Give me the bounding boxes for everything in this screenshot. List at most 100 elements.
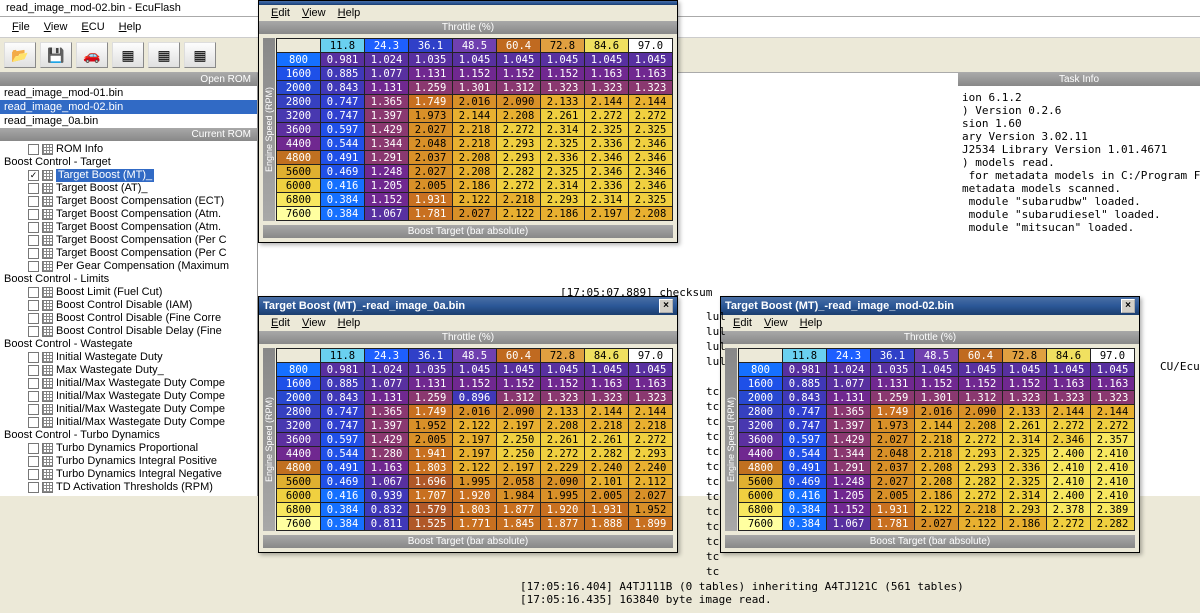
- tree-item[interactable]: Boost Control Disable (IAM): [0, 299, 257, 312]
- data-cell[interactable]: 1.995: [541, 489, 585, 503]
- data-cell[interactable]: 1.035: [871, 363, 915, 377]
- data-cell[interactable]: 1.877: [497, 503, 541, 517]
- data-cell[interactable]: 2.122: [497, 207, 541, 221]
- data-cell[interactable]: 1.749: [409, 95, 453, 109]
- data-cell[interactable]: 2.314: [541, 123, 585, 137]
- data-cell[interactable]: 2.325: [629, 123, 673, 137]
- data-cell[interactable]: 2.314: [1003, 433, 1047, 447]
- data-cell[interactable]: 2.261: [541, 433, 585, 447]
- throttle-col[interactable]: 36.1: [409, 349, 453, 363]
- throttle-col[interactable]: 11.8: [321, 349, 365, 363]
- data-cell[interactable]: 2.346: [1047, 433, 1091, 447]
- data-cell[interactable]: 0.981: [321, 53, 365, 67]
- data-cell[interactable]: 1.045: [915, 363, 959, 377]
- menu-help[interactable]: Help: [794, 316, 829, 330]
- tree-item[interactable]: Boost Limit (Fuel Cut): [0, 286, 257, 299]
- menu-view[interactable]: View: [296, 6, 332, 20]
- data-cell[interactable]: 1.131: [827, 391, 871, 405]
- data-cell[interactable]: 2.272: [497, 123, 541, 137]
- data-cell[interactable]: 1.323: [585, 391, 629, 405]
- window-titlebar[interactable]: Target Boost (MT)_-read_image_mod-02.bin…: [721, 297, 1139, 315]
- data-cell[interactable]: 2.272: [1047, 419, 1091, 433]
- rpm-row[interactable]: 6800: [739, 503, 783, 517]
- data-cell[interactable]: 0.544: [783, 447, 827, 461]
- tree-item[interactable]: Boost Control Disable Delay (Fine: [0, 325, 257, 338]
- checkbox-icon[interactable]: [28, 209, 39, 220]
- menu-edit[interactable]: Edit: [727, 316, 758, 330]
- data-cell[interactable]: 2.197: [453, 433, 497, 447]
- tree-item[interactable]: Target Boost Compensation (Atm.: [0, 221, 257, 234]
- data-cell[interactable]: 2.005: [409, 179, 453, 193]
- data-cell[interactable]: 1.163: [585, 67, 629, 81]
- checkbox-icon[interactable]: [28, 352, 39, 363]
- data-cell[interactable]: 2.186: [541, 207, 585, 221]
- data-cell[interactable]: 1.749: [409, 405, 453, 419]
- rpm-row[interactable]: 2000: [277, 81, 321, 95]
- data-cell[interactable]: 1.771: [453, 517, 497, 531]
- data-cell[interactable]: 0.747: [321, 419, 365, 433]
- close-icon[interactable]: ×: [1121, 299, 1135, 313]
- data-cell[interactable]: 1.067: [365, 475, 409, 489]
- data-cell[interactable]: 1.920: [541, 503, 585, 517]
- data-cell[interactable]: 2.208: [959, 419, 1003, 433]
- checkbox-icon[interactable]: [28, 248, 39, 259]
- data-cell[interactable]: 1.995: [453, 475, 497, 489]
- data-cell[interactable]: 2.218: [915, 433, 959, 447]
- throttle-col[interactable]: 97.0: [1091, 349, 1135, 363]
- rpm-row[interactable]: 3600: [277, 123, 321, 137]
- open-icon[interactable]: 📂: [4, 42, 36, 68]
- data-cell[interactable]: 1.323: [629, 81, 673, 95]
- data-cell[interactable]: 1.323: [1091, 391, 1135, 405]
- data-cell[interactable]: 1.344: [365, 137, 409, 151]
- throttle-col[interactable]: 24.3: [365, 349, 409, 363]
- rpm-row[interactable]: 7600: [277, 207, 321, 221]
- rpm-row[interactable]: 4400: [277, 137, 321, 151]
- data-cell[interactable]: 1.045: [453, 53, 497, 67]
- data-cell[interactable]: 1.803: [409, 461, 453, 475]
- data-cell[interactable]: 2.027: [871, 475, 915, 489]
- data-cell[interactable]: 2.336: [585, 137, 629, 151]
- tree-item[interactable]: Target Boost Compensation (Per C: [0, 234, 257, 247]
- throttle-col[interactable]: 48.5: [453, 349, 497, 363]
- close-icon[interactable]: ×: [659, 299, 673, 313]
- checkbox-icon[interactable]: [28, 417, 39, 428]
- data-cell[interactable]: 2.282: [1091, 517, 1135, 531]
- data-cell[interactable]: 1.397: [365, 419, 409, 433]
- data-cell[interactable]: 0.416: [321, 179, 365, 193]
- data-cell[interactable]: 0.384: [321, 207, 365, 221]
- data-cell[interactable]: 2.112: [629, 475, 673, 489]
- data-cell[interactable]: 2.218: [453, 123, 497, 137]
- data-cell[interactable]: 1.045: [1047, 363, 1091, 377]
- data-cell[interactable]: 2.346: [585, 151, 629, 165]
- data-cell[interactable]: 2.027: [629, 489, 673, 503]
- data-cell[interactable]: 2.272: [959, 433, 1003, 447]
- data-cell[interactable]: 2.293: [497, 137, 541, 151]
- data-cell[interactable]: 1.888: [585, 517, 629, 531]
- data-cell[interactable]: 2.144: [915, 419, 959, 433]
- throttle-col[interactable]: 60.4: [497, 39, 541, 53]
- rpm-row[interactable]: 4800: [739, 461, 783, 475]
- data-cell[interactable]: 1.952: [629, 503, 673, 517]
- data-cell[interactable]: 1.781: [871, 517, 915, 531]
- data-cell[interactable]: 2.048: [409, 137, 453, 151]
- throttle-col[interactable]: 72.8: [541, 349, 585, 363]
- data-cell[interactable]: 1.045: [959, 363, 1003, 377]
- data-cell[interactable]: 2.272: [629, 433, 673, 447]
- data-cell[interactable]: 2.144: [629, 95, 673, 109]
- data-cell[interactable]: 1.045: [629, 363, 673, 377]
- data-cell[interactable]: 2.272: [497, 179, 541, 193]
- data-cell[interactable]: 2.410: [1091, 475, 1135, 489]
- data-cell[interactable]: 1.163: [1047, 377, 1091, 391]
- data-cell[interactable]: 2.293: [959, 461, 1003, 475]
- data-cell[interactable]: 1.152: [541, 377, 585, 391]
- data-cell[interactable]: 1.579: [409, 503, 453, 517]
- data-cell[interactable]: 2.293: [497, 151, 541, 165]
- checkbox-icon[interactable]: [28, 300, 39, 311]
- rom-item[interactable]: read_image_0a.bin: [0, 114, 257, 128]
- data-cell[interactable]: 0.469: [783, 475, 827, 489]
- data-cell[interactable]: 2.389: [1091, 503, 1135, 517]
- rpm-row[interactable]: 4400: [277, 447, 321, 461]
- checkbox-icon[interactable]: [28, 469, 39, 480]
- data-cell[interactable]: 2.346: [629, 151, 673, 165]
- menu-file[interactable]: File: [6, 19, 36, 35]
